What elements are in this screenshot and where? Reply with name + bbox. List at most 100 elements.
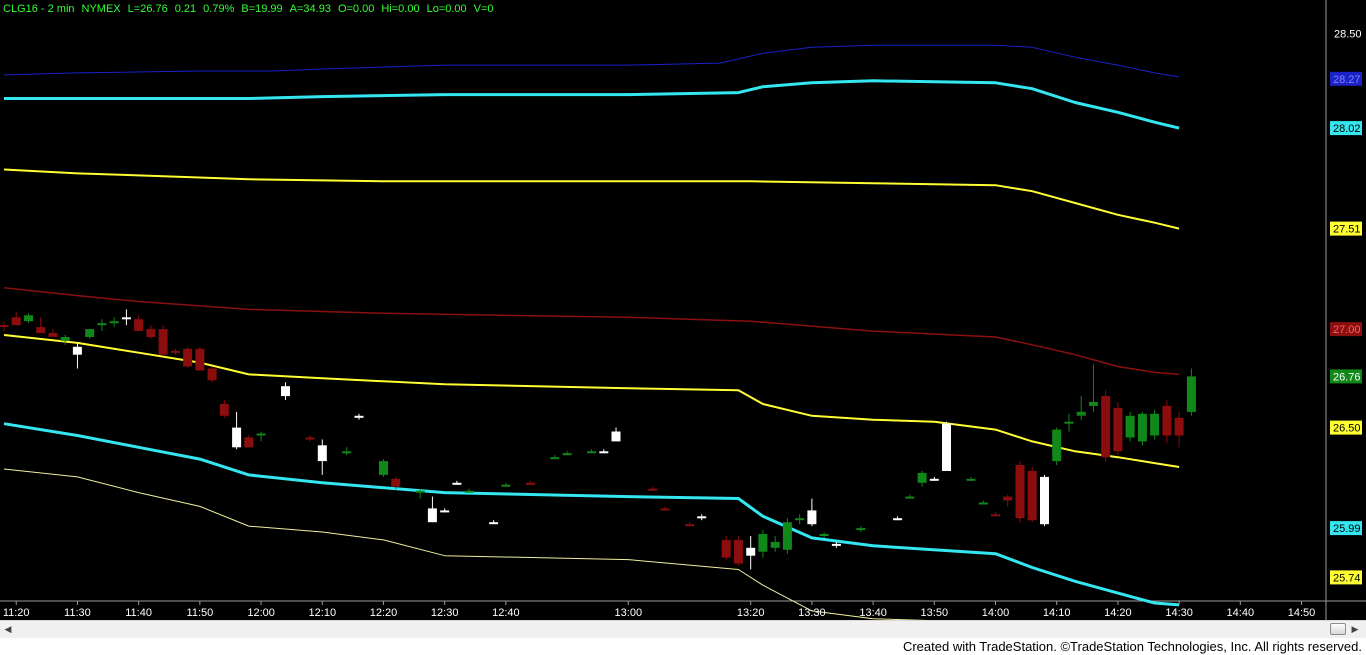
candle-body	[1186, 376, 1196, 412]
band-line-middle_maroon	[3, 286, 1180, 376]
candle-body	[354, 415, 364, 418]
candle-body	[24, 315, 33, 322]
price-badge-label: 26.76	[1333, 371, 1361, 383]
x-tick-label: 11:40	[125, 607, 152, 619]
candle-body	[807, 510, 817, 525]
header-symbol: CLG16 - 2 min	[3, 3, 75, 15]
x-tick-label: 12:10	[309, 607, 337, 619]
candle-body	[1162, 405, 1172, 436]
x-tick-label: 14:30	[1165, 607, 1193, 619]
band-line-lower_yellow	[3, 334, 1180, 468]
candle-body	[219, 404, 229, 416]
candle-body	[819, 534, 829, 536]
quote-header: CLG16 - 2 min NYMEX L=26.76 0.21 0.79% B…	[3, 3, 501, 17]
candle-body	[183, 348, 193, 367]
candle-body	[342, 451, 352, 454]
x-tick-label: 11:20	[3, 607, 30, 619]
candle-body	[317, 445, 327, 462]
candle-body	[146, 329, 156, 337]
candle-body	[917, 472, 927, 483]
candle-body	[207, 368, 217, 381]
footer: Created with TradeStation. ©TradeStation…	[0, 638, 1366, 655]
scroll-right-arrow-icon[interactable]: ▶	[1350, 624, 1360, 635]
price-badge-label: 27.00	[1333, 324, 1361, 336]
candle-body	[1174, 417, 1184, 436]
candle-body	[978, 502, 988, 505]
candle-body	[305, 437, 315, 440]
header-bid: B=19.99	[241, 3, 283, 15]
x-tick-label: 13:50	[921, 607, 949, 619]
candle-body	[134, 319, 144, 331]
candle-body	[427, 508, 437, 523]
candle-body	[60, 337, 70, 341]
candle-body	[195, 348, 205, 371]
candle-body	[1003, 496, 1013, 501]
price-badge-label: 25.99	[1333, 523, 1361, 535]
candle-body	[11, 317, 21, 326]
candle-body	[1088, 402, 1098, 406]
header-high: Hi=0.00	[381, 3, 420, 15]
band-line-upper_outer	[3, 44, 1180, 78]
x-tick-label: 11:50	[187, 607, 214, 619]
scroll-thumb[interactable]	[1330, 623, 1346, 635]
candle-body	[244, 437, 254, 448]
price-badge-label: 26.50	[1333, 423, 1361, 435]
x-tick-label: 13:00	[615, 607, 643, 619]
header-open: O=0.00	[337, 3, 375, 15]
candle-body	[440, 510, 450, 513]
candle-body	[991, 514, 1000, 517]
x-tick-label: 14:10	[1043, 607, 1071, 619]
candle-body	[97, 323, 107, 326]
horizontal-scrollbar[interactable]: ◀ ▶	[0, 620, 1366, 638]
candle-body	[905, 496, 915, 499]
candle-body	[1150, 413, 1160, 436]
candle-body	[170, 350, 180, 353]
candle-body	[1113, 407, 1123, 452]
candle-body	[721, 539, 731, 558]
candle-body	[391, 478, 401, 487]
candle-body	[415, 490, 425, 493]
candle-body	[1076, 411, 1086, 416]
x-tick-label: 11:30	[64, 607, 91, 619]
candle-body	[48, 333, 58, 337]
candle-body	[611, 431, 621, 442]
candle-body	[550, 457, 560, 460]
candle-body	[36, 327, 46, 333]
candle-body	[831, 543, 841, 546]
candle-body	[733, 539, 743, 564]
candle-body	[562, 453, 572, 456]
candle-body	[158, 329, 168, 355]
candle-body	[660, 508, 670, 511]
x-tick-label: 14:40	[1227, 607, 1255, 619]
band-line-upper_yellow	[3, 168, 1180, 230]
candle-body	[501, 484, 511, 487]
candle-body	[782, 522, 792, 550]
candle-body	[525, 482, 535, 485]
candle-body	[1101, 396, 1111, 458]
candle-body	[795, 518, 805, 521]
header-change: 0.21	[174, 3, 197, 15]
price-badge-label: 27.51	[1333, 224, 1361, 236]
candle-body	[942, 423, 951, 471]
scroll-left-arrow-icon[interactable]: ◀	[3, 624, 13, 635]
candle-body	[1052, 429, 1062, 462]
candle-body	[746, 547, 756, 556]
price-badge-label: 25.74	[1333, 572, 1361, 584]
candle-body	[1015, 465, 1025, 519]
candle-body	[893, 518, 903, 521]
candle-body	[379, 461, 388, 475]
price-badge-label: 28.27	[1333, 74, 1361, 86]
header-ask: A=34.93	[289, 3, 331, 15]
header-volume: V=0	[473, 3, 494, 15]
candle-body	[685, 524, 694, 527]
x-tick-label: 12:00	[247, 607, 275, 619]
candle-body	[0, 325, 9, 328]
copyright-text: Created with TradeStation. ©TradeStation…	[902, 639, 1362, 654]
price-chart: 28.5028.0227.5126.5025.9925.7428.2728.02…	[0, 0, 1366, 620]
candle-body	[232, 427, 242, 448]
header-last: L=26.76	[127, 3, 168, 15]
candle-body	[966, 478, 976, 481]
candle-body	[648, 488, 658, 491]
candle-body	[1137, 413, 1147, 442]
candle-body	[587, 451, 597, 454]
